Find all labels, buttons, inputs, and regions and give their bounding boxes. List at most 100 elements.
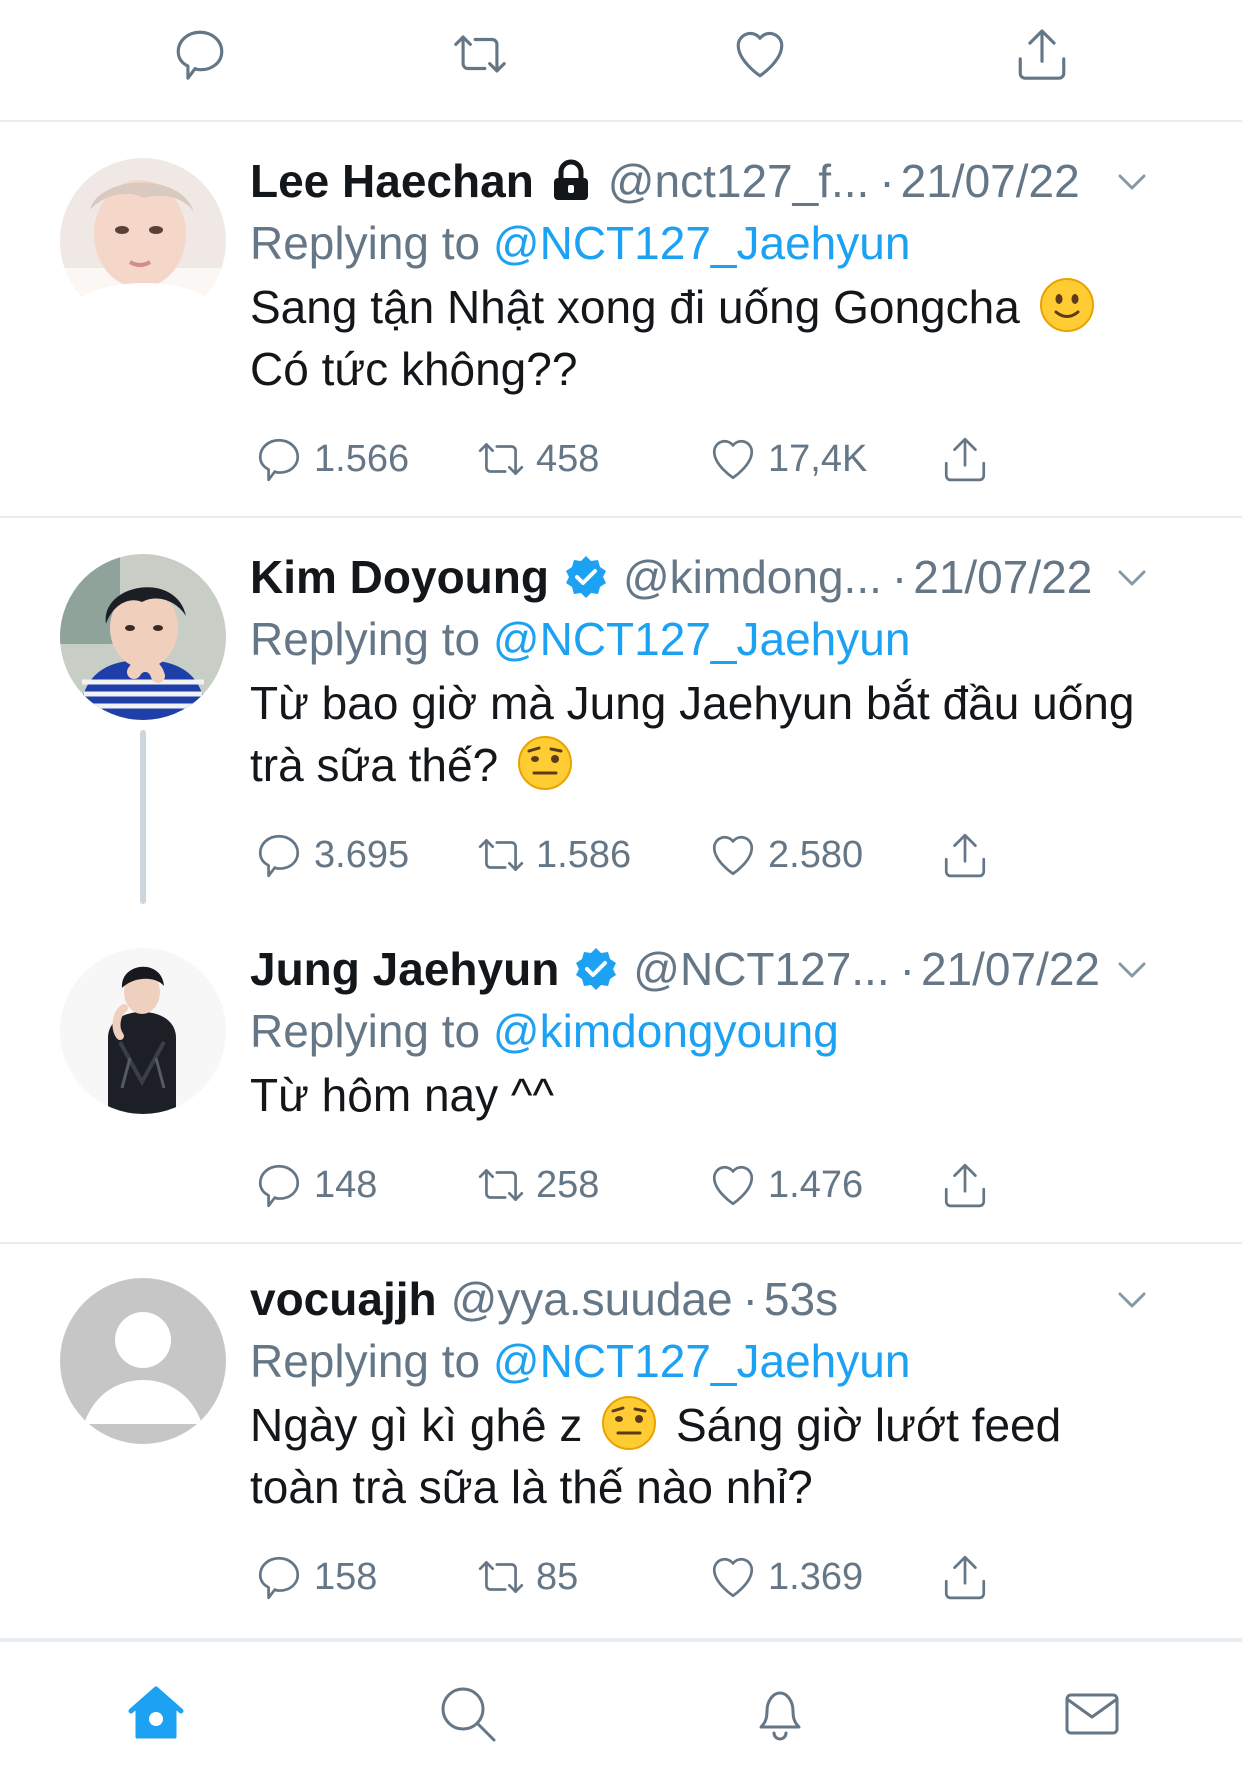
tweet-text-line: Từ hôm nay ^^ (250, 1069, 555, 1121)
tweet-text: Ngày gì kì ghê z Sáng giờ lướt feed toàn… (250, 1394, 1202, 1518)
reply-count: 3.695 (314, 833, 410, 876)
tweet-actions: 1.566 458 17,4K (250, 424, 1202, 494)
chevron-down-icon[interactable] (1112, 950, 1152, 990)
lock-icon (548, 158, 594, 204)
avatar[interactable] (60, 158, 226, 324)
handle[interactable]: @NCT127... (633, 938, 889, 1000)
retweet-count: 258 (536, 1163, 600, 1206)
like-button[interactable] (728, 22, 792, 86)
like-icon (712, 1165, 754, 1206)
retweet-icon (454, 35, 506, 73)
reply-button[interactable]: 3.695 (254, 820, 409, 890)
replying-to: Replying to @NCT127_Jaehyun (250, 212, 1202, 274)
separator-dot: · (742, 1273, 758, 1325)
tab-home[interactable] (120, 1678, 192, 1750)
avatar[interactable] (60, 948, 226, 1114)
like-icon (712, 1557, 754, 1598)
display-name[interactable]: Lee Haechan (250, 150, 534, 212)
tweet-actions: 3.695 1.586 2.580 (250, 820, 1202, 890)
reply-button[interactable]: 158 (254, 1542, 377, 1612)
retweet-count: 1.586 (536, 833, 632, 876)
reply-icon (258, 438, 300, 482)
timestamp[interactable]: 21/07/22 (901, 150, 1080, 212)
replying-to: Replying to @kimdongyoung (250, 1000, 1202, 1062)
retweet-count: 85 (536, 1555, 579, 1598)
timestamp[interactable]: 21/07/22 (921, 938, 1100, 1000)
thread-line (140, 730, 146, 904)
search-icon (441, 1687, 496, 1742)
tab-notifications[interactable] (744, 1678, 816, 1750)
like-button[interactable]: 1.369 (708, 1542, 863, 1612)
like-button[interactable]: 17,4K (708, 424, 867, 494)
tweet-actions: 148 258 1.476 (250, 1150, 1202, 1220)
handle[interactable]: @nct127_f... (608, 150, 870, 212)
tweet-header: Jung Jaehyun @NCT127... · 21/07/22 (250, 938, 1202, 1000)
home-icon (128, 1686, 184, 1739)
avatar[interactable] (60, 554, 226, 720)
tweet-actions: 158 85 1.369 (250, 1542, 1202, 1612)
verified-icon (573, 946, 619, 992)
default-avatar[interactable] (60, 1278, 226, 1444)
tweet-text-line: Sáng giờ lướt feed (675, 1399, 1062, 1451)
face-with-raised-eyebrow-icon (517, 735, 573, 791)
like-button[interactable]: 1.476 (708, 1150, 863, 1220)
timestamp[interactable]: 53s (764, 1268, 838, 1330)
reply-button[interactable]: 148 (254, 1150, 377, 1220)
display-name[interactable]: Jung Jaehyun (250, 938, 559, 1000)
mention-link[interactable]: @kimdongyoung (493, 1005, 839, 1057)
mention-link[interactable]: @NCT127_Jaehyun (493, 613, 910, 665)
tweet-vocuajjh[interactable]: vocuajjh @yya.suudae · 53s Replying to @… (0, 1244, 1242, 1640)
share-button[interactable] (940, 820, 990, 890)
retweet-button[interactable]: 458 (476, 424, 599, 494)
display-name[interactable]: Kim Doyoung (250, 546, 549, 608)
share-icon (1018, 29, 1066, 80)
handle[interactable]: @kimdong... (623, 546, 882, 608)
like-count: 17,4K (768, 437, 868, 480)
tab-search[interactable] (432, 1678, 504, 1750)
mention-link[interactable]: @NCT127_Jaehyun (493, 1335, 910, 1387)
retweet-button[interactable] (448, 22, 512, 86)
tweet-haechan[interactable]: Lee Haechan @nct127_f... · 21/07/22 Repl… (0, 122, 1242, 518)
tweet-text: Sang tận Nhật xong đi uống Gongcha Có tứ… (250, 276, 1202, 400)
chevron-down-icon[interactable] (1112, 558, 1152, 598)
tweet-doyoung[interactable]: Kim Doyoung @kimdong... · 21/07/22 Reply… (0, 518, 1242, 914)
separator-dot: · (899, 943, 915, 995)
tab-messages[interactable] (1056, 1678, 1128, 1750)
reply-icon (258, 834, 300, 878)
handle[interactable]: @yya.suudae (451, 1268, 733, 1330)
like-icon (736, 31, 784, 78)
share-button[interactable] (940, 424, 990, 494)
reply-button[interactable] (168, 22, 232, 86)
slightly-smiling-face-icon (1039, 277, 1095, 333)
tweet-text-line: trà sữa thế? (250, 739, 499, 791)
timestamp[interactable]: 21/07/22 (913, 546, 1092, 608)
chevron-down-icon[interactable] (1112, 162, 1152, 202)
tweet-text: Từ hôm nay ^^ (250, 1064, 1202, 1126)
like-button[interactable]: 2.580 (708, 820, 863, 890)
retweet-icon (478, 1169, 524, 1201)
share-button[interactable] (1010, 22, 1074, 86)
tweet-jaehyun[interactable]: Jung Jaehyun @NCT127... · 21/07/22 Reply… (0, 914, 1242, 1244)
retweet-count: 458 (536, 437, 600, 480)
tweet-text-line: Có tức không?? (250, 343, 578, 395)
notifications-icon (759, 1691, 801, 1741)
share-button[interactable] (940, 1150, 990, 1220)
reply-count: 158 (314, 1555, 378, 1598)
display-name[interactable]: vocuajjh (250, 1268, 437, 1330)
chevron-down-icon[interactable] (1112, 1280, 1152, 1320)
reply-button[interactable]: 1.566 (254, 424, 409, 494)
tweet-header: Kim Doyoung @kimdong... · 21/07/22 (250, 546, 1202, 608)
face-with-raised-eyebrow-icon (601, 1395, 657, 1451)
retweet-button[interactable]: 1.586 (476, 820, 631, 890)
retweet-button[interactable]: 85 (476, 1542, 578, 1612)
tweet-header: Lee Haechan @nct127_f... · 21/07/22 (250, 150, 1202, 212)
tweet-text: Từ bao giờ mà Jung Jaehyun bắt đầu uống … (250, 672, 1202, 796)
retweet-icon (478, 1561, 524, 1593)
retweet-icon (478, 443, 524, 475)
replying-to-label: Replying to (250, 1005, 481, 1057)
share-button[interactable] (940, 1542, 990, 1612)
replying-to: Replying to @NCT127_Jaehyun (250, 608, 1202, 670)
retweet-button[interactable]: 258 (476, 1150, 599, 1220)
separator-dot: · (891, 551, 908, 603)
mention-link[interactable]: @NCT127_Jaehyun (493, 217, 910, 269)
